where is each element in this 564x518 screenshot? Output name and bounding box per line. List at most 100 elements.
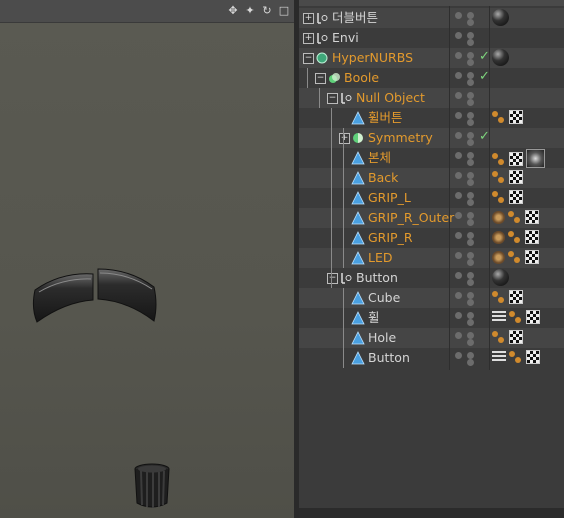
object-row[interactable]: GRIP_R <box>299 228 564 248</box>
3d-viewport[interactable]: ✥ ✦ ↻ □ <box>0 0 294 518</box>
display-tag-icon[interactable] <box>492 49 509 66</box>
object-row[interactable]: + Symmetry ✓ <box>299 128 564 148</box>
object-name[interactable]: 더블버튼 <box>332 10 378 26</box>
selection-tag-icon[interactable] <box>492 351 506 363</box>
texture-tag-icon[interactable] <box>525 250 539 264</box>
object-row[interactable]: + Envi <box>299 28 564 48</box>
column-divider <box>489 6 490 370</box>
object-name[interactable]: Boole <box>344 70 379 86</box>
collapse-icon[interactable]: − <box>303 53 314 64</box>
rotate-icon[interactable]: ↻ <box>261 5 273 17</box>
polygon-icon <box>351 291 365 305</box>
collapse-icon[interactable]: − <box>327 93 338 104</box>
object-name[interactable]: 휠버튼 <box>368 110 403 126</box>
polygon-icon <box>351 191 365 205</box>
object-row[interactable]: + 더블버튼 <box>299 8 564 28</box>
object-name[interactable]: GRIP_R_Outer <box>368 210 454 226</box>
object-row[interactable]: GRIP_L <box>299 188 564 208</box>
uvw-tag-icon[interactable] <box>492 289 506 305</box>
object-name[interactable]: Cube <box>368 290 400 306</box>
display-tag-icon[interactable] <box>492 9 509 26</box>
object-name[interactable]: Symmetry <box>368 130 433 146</box>
object-row[interactable]: 휠 <box>299 308 564 328</box>
texture-tag-icon[interactable] <box>509 170 523 184</box>
object-row[interactable]: − Boole ✓ <box>299 68 564 88</box>
object-manager-header <box>299 0 564 6</box>
null-icon <box>317 33 328 44</box>
object-name[interactable]: 휠 <box>368 310 380 326</box>
grip-left-mesh[interactable] <box>31 268 95 324</box>
null-icon <box>317 13 328 24</box>
uvw-tag-icon[interactable] <box>492 189 506 205</box>
texture-tag-icon[interactable] <box>509 110 523 124</box>
object-row[interactable]: 본체 <box>299 148 564 168</box>
object-name[interactable]: GRIP_L <box>368 190 411 206</box>
object-name[interactable]: Hole <box>368 330 396 346</box>
texture-tag-icon[interactable] <box>509 330 523 344</box>
scrollbar-horizontal[interactable] <box>299 508 564 518</box>
grip-right-mesh[interactable] <box>96 265 158 323</box>
texture-tag-icon[interactable] <box>509 290 523 304</box>
null-icon <box>341 93 352 104</box>
object-name[interactable]: LED <box>368 250 393 266</box>
object-name[interactable]: Button <box>356 270 398 286</box>
expand-icon[interactable]: + <box>339 133 350 144</box>
polygon-icon <box>351 151 365 165</box>
uvw-tag-icon[interactable] <box>492 329 506 345</box>
object-row[interactable]: − Null Object <box>299 88 564 108</box>
object-name[interactable]: GRIP_R <box>368 230 413 246</box>
material-tag-icon[interactable] <box>526 149 545 168</box>
phong-tag-icon[interactable] <box>492 210 505 224</box>
texture-tag-icon[interactable] <box>526 310 540 324</box>
object-name[interactable]: 본체 <box>368 150 391 166</box>
uvw-tag-icon[interactable] <box>492 151 506 167</box>
wheel-knob-mesh[interactable] <box>133 463 171 509</box>
display-tag-icon[interactable] <box>492 269 509 286</box>
selection-tag-icon[interactable] <box>492 311 506 323</box>
uvw-tag-icon[interactable] <box>508 229 522 245</box>
viewport-nav-icons: ✥ ✦ ↻ □ <box>227 5 290 17</box>
maximize-icon[interactable]: □ <box>278 5 290 17</box>
phong-tag-icon[interactable] <box>492 250 505 264</box>
object-row[interactable]: GRIP_R_Outer <box>299 208 564 228</box>
object-row[interactable]: Button <box>299 348 564 368</box>
polygon-icon <box>351 231 365 245</box>
pan-icon[interactable]: ✦ <box>244 5 256 17</box>
object-row[interactable]: − Button <box>299 268 564 288</box>
object-row[interactable]: 휠버튼 <box>299 108 564 128</box>
move-icon[interactable]: ✥ <box>227 5 239 17</box>
object-row[interactable]: Back <box>299 168 564 188</box>
polygon-icon <box>351 311 365 325</box>
hypernurbs-icon <box>316 52 328 64</box>
texture-tag-icon[interactable] <box>525 230 539 244</box>
object-name[interactable]: HyperNURBS <box>332 50 413 66</box>
null-icon <box>341 273 352 284</box>
collapse-icon[interactable]: − <box>327 273 338 284</box>
uvw-tag-icon[interactable] <box>509 349 523 365</box>
texture-tag-icon[interactable] <box>525 210 539 224</box>
texture-tag-icon[interactable] <box>526 350 540 364</box>
collapse-icon[interactable]: − <box>315 73 326 84</box>
phong-tag-icon[interactable] <box>492 230 505 244</box>
object-name[interactable]: Back <box>368 170 398 186</box>
polygon-icon <box>351 111 365 125</box>
texture-tag-icon[interactable] <box>509 151 523 166</box>
polygon-icon <box>351 251 365 265</box>
object-row[interactable]: Cube <box>299 288 564 308</box>
expand-icon[interactable]: + <box>303 33 314 44</box>
texture-tag-icon[interactable] <box>509 190 523 204</box>
uvw-tag-icon[interactable] <box>492 109 506 125</box>
expand-icon[interactable]: + <box>303 13 314 24</box>
object-name[interactable]: Button <box>368 350 410 366</box>
uvw-tag-icon[interactable] <box>508 209 522 225</box>
object-row[interactable]: Hole <box>299 328 564 348</box>
tree-connector <box>331 108 332 288</box>
object-row[interactable]: − HyperNURBS ✓ <box>299 48 564 68</box>
uvw-tag-icon[interactable] <box>509 309 523 325</box>
object-name[interactable]: Null Object <box>356 90 425 106</box>
object-name[interactable]: Envi <box>332 30 359 46</box>
uvw-tag-icon[interactable] <box>508 249 522 265</box>
uvw-tag-icon[interactable] <box>492 169 506 185</box>
object-row[interactable]: LED <box>299 248 564 268</box>
tree-connector <box>343 128 344 268</box>
